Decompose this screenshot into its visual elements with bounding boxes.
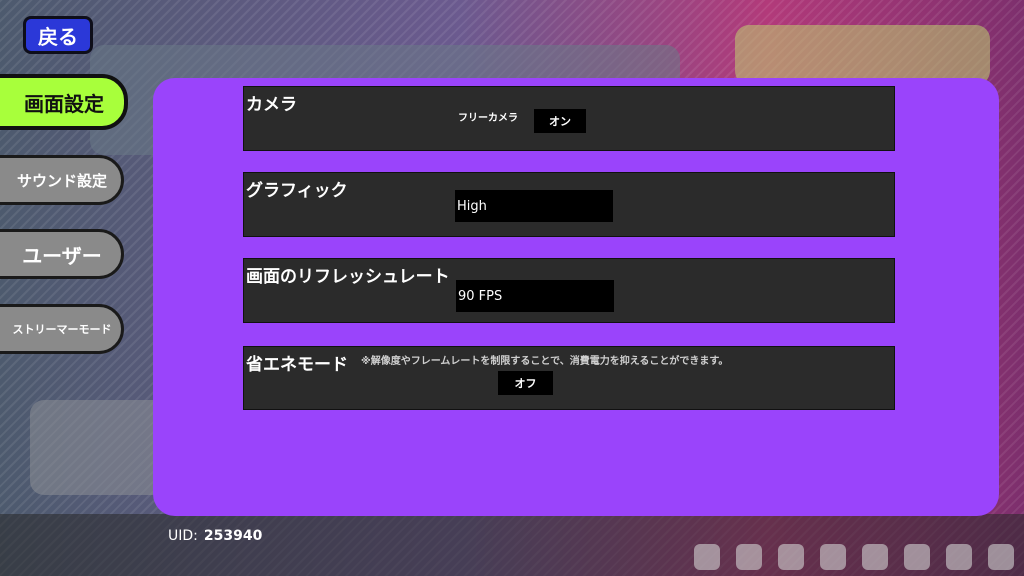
mail-icon[interactable]	[904, 544, 930, 570]
settings-panel: カメラ フリーカメラ オン グラフィック High 画面のリフレッシュレート 9…	[153, 78, 999, 516]
back-button[interactable]: 戻る	[23, 16, 93, 54]
tab-label: ユーザー	[22, 243, 102, 268]
camera-setting-row: カメラ フリーカメラ オン	[243, 86, 895, 151]
power-saving-toggle[interactable]: オフ	[498, 371, 553, 395]
uid-display: UID: 253940	[168, 528, 262, 544]
free-camera-toggle[interactable]: オン	[534, 109, 586, 133]
tab-label: ストリーマーモード	[12, 323, 112, 336]
uid-value: 253940	[203, 528, 263, 544]
friends-icon[interactable]	[694, 544, 720, 570]
exit-icon[interactable]	[988, 544, 1014, 570]
tab-streamer-mode[interactable]: ストリーマーモード	[0, 304, 124, 354]
uid-label: UID:	[168, 528, 198, 544]
graphics-select[interactable]: High	[455, 190, 613, 222]
background-card	[735, 25, 990, 85]
graphics-setting-row: グラフィック High	[243, 172, 895, 237]
tab-label: 画面設定	[24, 91, 104, 116]
shop-icon[interactable]	[778, 544, 804, 570]
tab-user[interactable]: ユーザー	[0, 229, 124, 279]
tab-sound-settings[interactable]: サウンド設定	[0, 155, 124, 205]
power-saving-setting-row: 省エネモード ※解像度やフレームレートを制限することで、消費電力を抑えることがで…	[243, 346, 895, 410]
refresh-rate-setting-row: 画面のリフレッシュレート 90 FPS	[243, 258, 895, 323]
free-camera-label: フリーカメラ	[458, 113, 518, 124]
announcement-icon[interactable]	[736, 544, 762, 570]
power-saving-title: 省エネモード	[246, 355, 348, 375]
help-icon[interactable]	[820, 544, 846, 570]
graphics-title: グラフィック	[246, 181, 348, 201]
gift-icon[interactable]	[862, 544, 888, 570]
tab-display-settings[interactable]: 画面設定	[0, 74, 128, 130]
settings-icon[interactable]	[946, 544, 972, 570]
background-card	[30, 400, 170, 495]
bottom-menu-icons	[694, 544, 1014, 570]
tab-label: サウンド設定	[16, 171, 107, 190]
power-saving-note: ※解像度やフレームレートを制限することで、消費電力を抑えることができます。	[361, 356, 729, 367]
refresh-rate-select[interactable]: 90 FPS	[456, 280, 614, 312]
camera-title: カメラ	[246, 95, 297, 115]
refresh-rate-title: 画面のリフレッシュレート	[246, 267, 450, 287]
